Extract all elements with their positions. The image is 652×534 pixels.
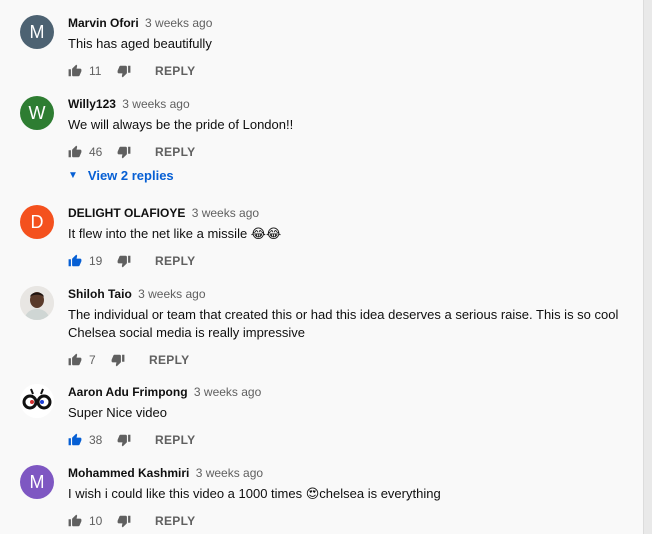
like-count: 11: [89, 64, 102, 78]
avatar-letter: D: [30, 212, 44, 232]
view-replies-button[interactable]: ▼ View 2 replies: [68, 168, 174, 183]
like-count: 10: [89, 514, 103, 528]
comment-author[interactable]: Aaron Adu Frimpong: [68, 385, 188, 399]
comment-time[interactable]: 3 weeks ago: [192, 206, 259, 220]
comment-actions: 19 REPLY: [68, 251, 628, 271]
comment-header: Willy123 3 weeks ago: [68, 96, 628, 112]
logo-avatar-icon: [20, 384, 54, 418]
avatar-letter: M: [29, 22, 45, 42]
comment-header: Marvin Ofori 3 weeks ago: [68, 15, 628, 31]
like-count: 46: [89, 145, 103, 159]
comment-text: We will always be the pride of London!!: [68, 117, 294, 132]
thumbs-up-icon[interactable]: [68, 254, 82, 268]
like-count: 7: [89, 353, 96, 367]
comment-header: Mohammed Kashmiri 3 weeks ago: [68, 465, 628, 481]
comment-text: Super Nice video: [68, 405, 167, 420]
avatar-letter: W: [28, 103, 46, 123]
comment-author[interactable]: DELIGHT OLAFIOYE: [68, 206, 185, 220]
comment-text: I wish i could like this video a 1000 ti…: [68, 486, 441, 501]
thumbs-up-icon[interactable]: [68, 145, 82, 159]
avatar[interactable]: D: [20, 205, 54, 239]
comment-time[interactable]: 3 weeks ago: [138, 287, 205, 301]
like-count: 19: [89, 254, 103, 268]
avatar-letter: M: [29, 472, 45, 492]
thumbs-down-icon[interactable]: [111, 353, 125, 367]
comment-header: Aaron Adu Frimpong 3 weeks ago: [68, 384, 628, 400]
thumbs-up-icon[interactable]: [68, 514, 82, 528]
comment-header: Shiloh Taio 3 weeks ago: [68, 286, 628, 302]
caret-down-icon: ▼: [68, 170, 78, 181]
reply-button[interactable]: REPLY: [155, 64, 195, 78]
avatar[interactable]: M: [20, 465, 54, 499]
page-scroll-edge: [643, 0, 652, 534]
avatar[interactable]: [20, 286, 54, 320]
comment-author[interactable]: Mohammed Kashmiri: [68, 466, 189, 480]
reply-button[interactable]: REPLY: [155, 514, 195, 528]
comment-text: It flew into the net like a missile 😂😂: [68, 226, 282, 241]
comment-actions: 11 REPLY: [68, 61, 628, 81]
thumbs-down-icon[interactable]: [117, 514, 131, 528]
thumbs-up-icon[interactable]: [68, 353, 82, 367]
comment-text-line: The individual or team that created this…: [68, 307, 619, 322]
avatar[interactable]: [20, 384, 54, 418]
reply-button[interactable]: REPLY: [155, 145, 195, 159]
thumbs-down-icon[interactable]: [117, 254, 131, 268]
comment-actions: 46 REPLY: [68, 142, 628, 162]
comment-time[interactable]: 3 weeks ago: [194, 385, 261, 399]
comment-text: This has aged beautifully: [68, 36, 212, 51]
comment-time[interactable]: 3 weeks ago: [196, 466, 263, 480]
profile-photo-icon: [20, 286, 54, 320]
thumbs-down-icon[interactable]: [117, 433, 131, 447]
comment-author[interactable]: Willy123: [68, 97, 116, 111]
reply-button[interactable]: REPLY: [149, 353, 189, 367]
comment-author[interactable]: Shiloh Taio: [68, 287, 132, 301]
view-replies-label: View 2 replies: [87, 168, 174, 183]
reply-button[interactable]: REPLY: [155, 254, 195, 268]
reply-button[interactable]: REPLY: [155, 433, 195, 447]
avatar[interactable]: M: [20, 15, 54, 49]
comment-actions: 38 REPLY: [68, 430, 628, 450]
avatar[interactable]: W: [20, 96, 54, 130]
comment-header: DELIGHT OLAFIOYE 3 weeks ago: [68, 205, 628, 221]
thumbs-down-icon[interactable]: [117, 145, 131, 159]
comment-actions: 7 REPLY: [68, 350, 628, 370]
thumbs-down-icon[interactable]: [117, 64, 131, 78]
comment-author[interactable]: Marvin Ofori: [68, 16, 139, 30]
comment-text-line: Chelsea social media is really impressiv…: [68, 325, 305, 340]
comment-time[interactable]: 3 weeks ago: [122, 97, 189, 111]
like-count: 38: [89, 433, 103, 447]
comment-time[interactable]: 3 weeks ago: [145, 16, 212, 30]
comment-text: The individual or team that created this…: [68, 306, 628, 342]
comment-actions: 10 REPLY: [68, 511, 628, 531]
thumbs-up-icon[interactable]: [68, 64, 82, 78]
thumbs-up-icon[interactable]: [68, 433, 82, 447]
